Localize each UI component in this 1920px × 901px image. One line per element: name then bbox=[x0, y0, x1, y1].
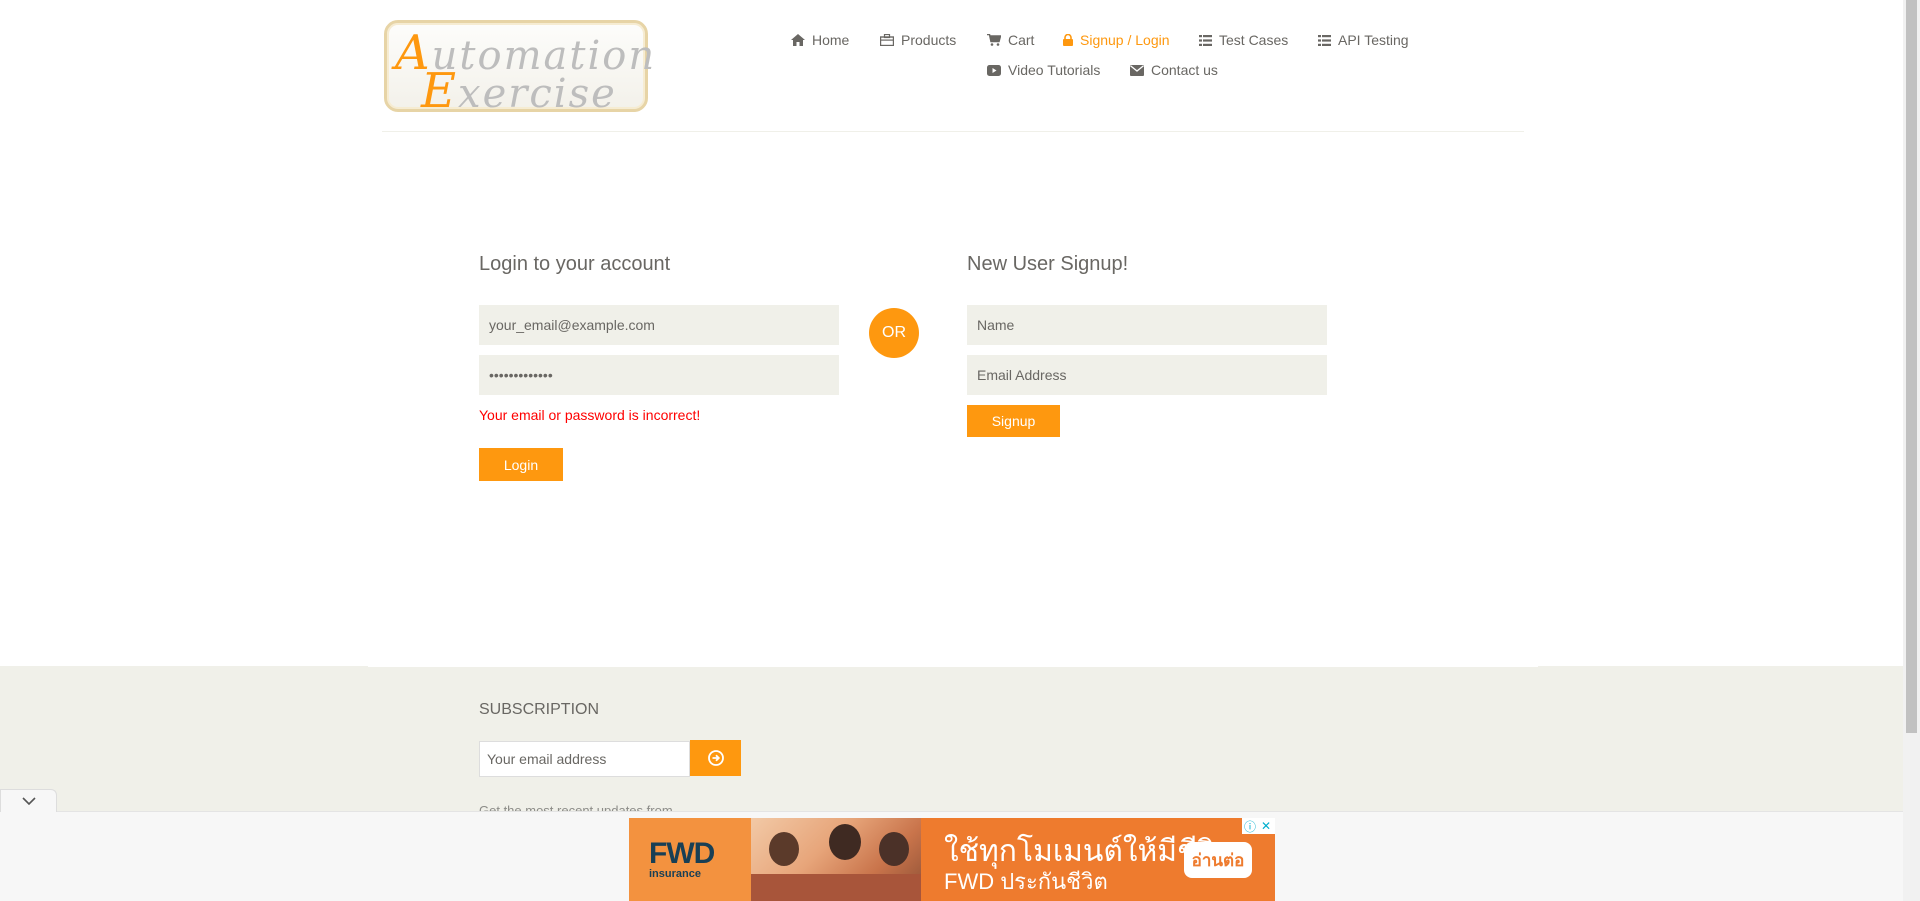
lock-icon bbox=[1063, 34, 1073, 46]
signup-email-input[interactable] bbox=[967, 355, 1327, 395]
chevron-down-icon bbox=[21, 797, 36, 805]
ad-controls: ⓘ ✕ bbox=[1242, 818, 1275, 834]
nav-signup-login[interactable]: Signup / Login bbox=[1063, 32, 1170, 48]
ad-info-icon[interactable]: ⓘ bbox=[1242, 818, 1258, 834]
footer-divider bbox=[368, 666, 1538, 667]
subscribe-button[interactable] bbox=[690, 740, 741, 776]
nav-cart[interactable]: Cart bbox=[987, 32, 1034, 48]
or-divider: OR bbox=[869, 308, 919, 358]
signup-button[interactable]: Signup bbox=[967, 405, 1060, 437]
ad-cta-button[interactable]: อ่านต่อ bbox=[1184, 842, 1252, 878]
site-header: Automation Exercise bbox=[382, 0, 1524, 132]
cart-icon bbox=[987, 34, 1001, 46]
nav-video-tutorials[interactable]: Video Tutorials bbox=[987, 62, 1100, 78]
nav-contact-us[interactable]: Contact us bbox=[1130, 62, 1218, 78]
arrow-circle-right-icon bbox=[707, 750, 724, 766]
login-email-input[interactable] bbox=[479, 305, 839, 345]
ad-close-icon[interactable]: ✕ bbox=[1258, 818, 1274, 834]
login-error-message: Your email or password is incorrect! bbox=[479, 407, 701, 423]
youtube-icon bbox=[987, 64, 1001, 76]
ad-subline: FWD ประกันชีวิต bbox=[944, 869, 1108, 894]
briefcase-icon bbox=[880, 34, 894, 46]
envelope-icon bbox=[1130, 64, 1144, 76]
subscription-title: SUBSCRIPTION bbox=[479, 701, 600, 718]
signup-title: New User Signup! bbox=[967, 253, 1129, 275]
home-icon bbox=[791, 34, 805, 46]
nav-api-testing[interactable]: API Testing bbox=[1318, 32, 1409, 48]
list-icon bbox=[1199, 34, 1212, 46]
login-button[interactable]: Login bbox=[479, 448, 563, 481]
login-password-input[interactable] bbox=[479, 355, 839, 395]
nav-home[interactable]: Home bbox=[791, 32, 849, 48]
login-title: Login to your account bbox=[479, 253, 671, 275]
nav-products[interactable]: Products bbox=[880, 32, 956, 48]
ad-photo bbox=[751, 818, 921, 901]
scrollbar-thumb[interactable] bbox=[1906, 0, 1917, 733]
site-logo[interactable]: Automation Exercise bbox=[384, 20, 654, 119]
ad-banner[interactable]: FWD insurance ใช้ทุกโมเมนต์ให้มีชีวิต FW… bbox=[629, 818, 1275, 901]
signup-name-input[interactable] bbox=[967, 305, 1327, 345]
subscription-email-input[interactable] bbox=[479, 741, 690, 777]
nav-test-cases[interactable]: Test Cases bbox=[1199, 32, 1288, 48]
ad-brand-logo: FWD insurance bbox=[629, 818, 751, 901]
ad-collapse-toggle[interactable] bbox=[0, 789, 57, 812]
list-icon bbox=[1318, 34, 1331, 46]
